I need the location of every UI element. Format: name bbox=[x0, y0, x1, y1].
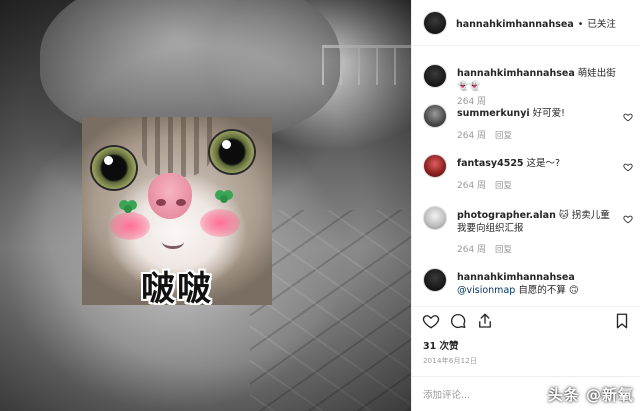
cat-eye-left bbox=[92, 147, 136, 189]
watermark: 头条 @新氧 bbox=[547, 386, 634, 404]
cat-blush-left bbox=[110, 212, 150, 240]
cat-blush-right bbox=[200, 209, 240, 237]
comment-age: 264 周 bbox=[457, 245, 487, 255]
follow-status-button[interactable]: 已关注 bbox=[587, 19, 616, 30]
comment-text: 好可爱! bbox=[532, 108, 565, 119]
comment-meta: 264 周 bbox=[457, 94, 486, 107]
cat-nostril-left bbox=[156, 199, 166, 206]
comment-text: 这是～? bbox=[526, 158, 561, 169]
heart-icon[interactable] bbox=[422, 312, 440, 330]
avatar[interactable] bbox=[423, 268, 447, 292]
clover-icon bbox=[119, 200, 137, 213]
heart-icon[interactable] bbox=[623, 112, 633, 122]
comment-body: fantasy4525 这是～? bbox=[457, 157, 617, 170]
comment-meta: 264 周回复 bbox=[457, 242, 512, 255]
sticker-caption: 啵啵 bbox=[141, 269, 213, 305]
share-icon[interactable] bbox=[476, 312, 494, 330]
comment-body: hannahkimhannahsea 萌娃出街 👻👻 bbox=[457, 67, 617, 93]
comment-body: hannahkimhannahsea @visionmap 自愿的不算 🙃 bbox=[457, 271, 617, 297]
cat-mouth bbox=[162, 235, 184, 249]
comment-age: 264 周 bbox=[457, 131, 487, 141]
avatar[interactable] bbox=[423, 104, 447, 128]
cat-nose bbox=[148, 173, 192, 219]
reply-button[interactable]: 回复 bbox=[495, 131, 512, 141]
post-side-panel: hannahkimhannahsea • 已关注 hannahkimhannah… bbox=[411, 0, 640, 411]
heart-icon[interactable] bbox=[623, 214, 633, 224]
cat-sticker: 啵啵 bbox=[82, 117, 272, 305]
cat-eye-right bbox=[210, 131, 254, 173]
bookmark-icon[interactable] bbox=[613, 312, 631, 330]
reply-button[interactable]: 回复 bbox=[495, 245, 512, 255]
post-author-username[interactable]: hannahkimhannahsea bbox=[456, 19, 574, 30]
avatar[interactable] bbox=[423, 154, 447, 178]
comment-meta: 264 周回复 bbox=[457, 178, 512, 191]
clover-icon bbox=[215, 190, 233, 203]
comment-meta: 264 周回复 bbox=[457, 128, 512, 141]
post-header-text: hannahkimhannahsea • 已关注 bbox=[456, 16, 616, 30]
header-separator: • bbox=[577, 18, 584, 30]
comment-bubble-icon[interactable] bbox=[449, 312, 467, 330]
comment-username[interactable]: hannahkimhannahsea bbox=[457, 272, 575, 283]
avatar[interactable] bbox=[423, 206, 447, 230]
heart-icon[interactable] bbox=[623, 162, 633, 172]
post-date: 2014年6月12日 bbox=[423, 357, 478, 365]
post-header: hannahkimhannahsea • 已关注 bbox=[412, 0, 640, 46]
comment-age: 264 周 bbox=[457, 97, 487, 107]
comment-username[interactable]: hannahkimhannahsea bbox=[457, 68, 575, 79]
comment-username[interactable]: summerkunyi bbox=[457, 108, 530, 119]
post-photo[interactable]: 啵啵 bbox=[0, 0, 411, 411]
likes-count[interactable]: 31 次赞 bbox=[423, 338, 459, 352]
comment-username[interactable]: photographer.alan bbox=[457, 210, 556, 221]
cat-fur-stripes bbox=[142, 117, 212, 177]
comment-mention[interactable]: @visionmap bbox=[457, 285, 515, 296]
avatar[interactable] bbox=[423, 10, 447, 35]
cat-nostril-right bbox=[176, 199, 186, 206]
comment-text: 自愿的不算 🙃 bbox=[518, 285, 579, 296]
comment-body: photographer.alan 🐱 拐卖儿童 我要向组织汇报 bbox=[457, 209, 617, 235]
comment-age: 264 周 bbox=[457, 181, 487, 191]
avatar[interactable] bbox=[423, 64, 447, 88]
reply-button[interactable]: 回复 bbox=[495, 181, 512, 191]
post-action-bar bbox=[412, 306, 640, 334]
comment-body: summerkunyi 好可爱! bbox=[457, 107, 617, 120]
comment-username[interactable]: fantasy4525 bbox=[457, 158, 524, 169]
